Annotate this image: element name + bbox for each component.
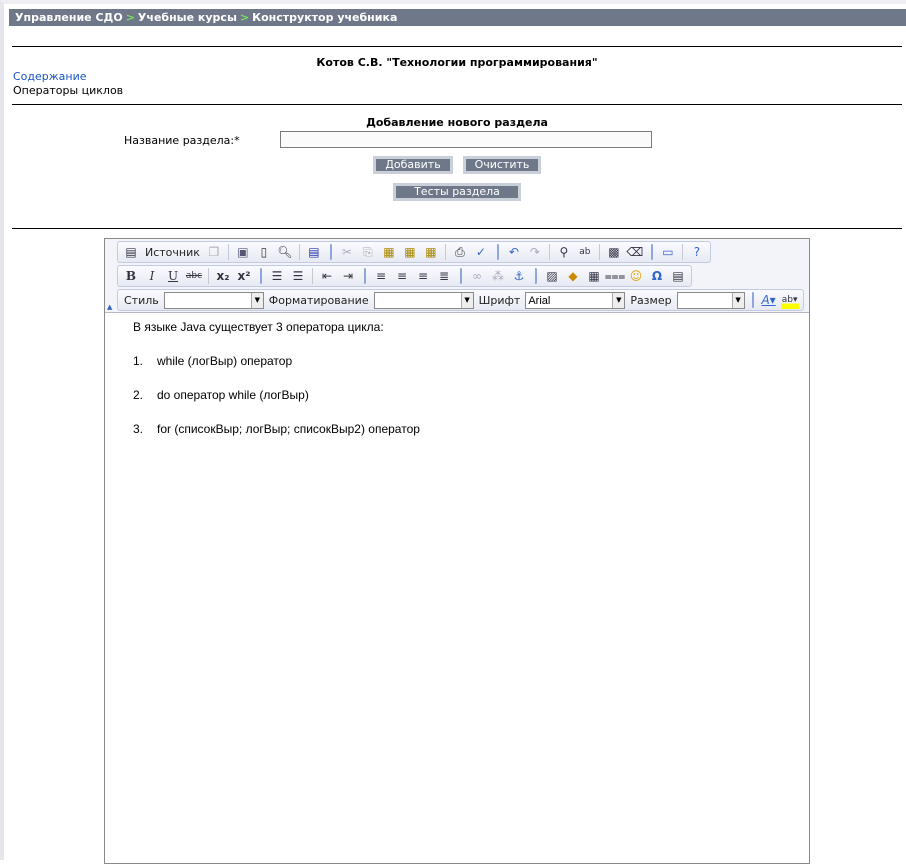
unlink-icon[interactable]: ⁂: [489, 267, 507, 285]
paste-word-icon[interactable]: ▦: [422, 243, 440, 261]
bg-color-icon[interactable]: ab▾: [780, 291, 799, 309]
breadcrumb-sdo[interactable]: Управление СДО: [15, 11, 123, 24]
format-select[interactable]: ▼: [373, 291, 474, 309]
subscript-icon[interactable]: x₂: [214, 267, 232, 285]
font-label: Шрифт: [478, 293, 521, 307]
align-center-icon[interactable]: ≡: [393, 267, 411, 285]
undo-icon[interactable]: ↶: [505, 243, 523, 261]
size-select[interactable]: ▼: [676, 291, 745, 309]
bullet-list-icon[interactable]: ☰: [289, 267, 307, 285]
chevron-down-icon: ▼: [460, 292, 473, 308]
strike-icon[interactable]: abc: [185, 267, 203, 285]
align-left-icon[interactable]: ≡: [372, 267, 390, 285]
toc-link[interactable]: Содержание: [13, 70, 87, 83]
editor-toolbar: ▤ Источник ❐ ▣ ▯ 🔍︎ ▤ ✂ ⎘ ▦ ▦ ▦ ⎙ ✓ ↶ ↷ ⚲…: [105, 239, 809, 313]
collapse-toolbar-icon[interactable]: ▲: [107, 303, 112, 311]
list-item: 1. while (логВыр) оператор: [133, 354, 293, 368]
breadcrumb-separator: >: [239, 11, 250, 24]
style-label: Стиль: [124, 293, 159, 307]
underline-icon[interactable]: U: [164, 267, 182, 285]
select-all-icon[interactable]: ▩: [605, 243, 623, 261]
text-color-icon[interactable]: A▾: [760, 291, 778, 309]
table-icon[interactable]: ▦: [585, 267, 603, 285]
section-name-input[interactable]: [280, 131, 652, 148]
breadcrumb-separator: >: [125, 11, 135, 24]
anchor-icon[interactable]: ⚓: [510, 267, 528, 285]
divider: [12, 104, 902, 105]
clear-button[interactable]: Очистить: [463, 156, 541, 174]
numbered-list-icon[interactable]: ☰: [268, 267, 286, 285]
redo-icon[interactable]: ↷: [526, 243, 544, 261]
indent-icon[interactable]: ⇥: [339, 267, 357, 285]
chevron-down-icon: ▼: [250, 292, 263, 308]
save-icon[interactable]: ▣: [234, 243, 252, 261]
outdent-icon[interactable]: ⇤: [318, 267, 336, 285]
chevron-down-icon: ▼: [612, 292, 625, 308]
font-select[interactable]: Arial ▼: [525, 291, 626, 309]
templates-doc-icon[interactable]: ▤: [305, 243, 323, 261]
content-intro: В языке Java существует 3 оператора цикл…: [133, 320, 384, 334]
chevron-down-icon: ▼: [731, 292, 744, 308]
align-justify-icon[interactable]: ≣: [435, 267, 453, 285]
superscript-icon[interactable]: x²: [235, 267, 253, 285]
smiley-icon[interactable]: ☺: [627, 267, 645, 285]
flash-icon[interactable]: ◆: [564, 267, 582, 285]
remove-format-icon[interactable]: ⌫: [626, 243, 644, 261]
source-icon: ▤: [125, 245, 137, 259]
special-char-icon[interactable]: Ω: [648, 267, 666, 285]
breadcrumb: Управление СДО > Учебные курсы > Конструктор…: [9, 9, 906, 26]
section-name-label: Название раздела:*: [124, 134, 240, 147]
list-item: 3. for (списокВыр; логВыр; списокВыр2) оп…: [133, 422, 420, 436]
source-button[interactable]: Источник: [145, 246, 200, 259]
show-blocks-icon[interactable]: ▭: [659, 243, 677, 261]
image-icon[interactable]: ▨: [543, 267, 561, 285]
help-icon[interactable]: ?: [688, 243, 706, 261]
copy-icon[interactable]: ⎘: [359, 243, 377, 261]
format-label: Форматирование: [268, 293, 369, 307]
print-icon[interactable]: ⎙: [451, 243, 469, 261]
page-break-icon[interactable]: ▤: [669, 267, 687, 285]
divider: [12, 46, 902, 47]
horizontal-rule-icon[interactable]: ⩶: [605, 267, 626, 285]
section-tests-button[interactable]: Тесты раздела: [393, 183, 521, 201]
link-icon[interactable]: ∞: [468, 267, 486, 285]
course-title: Котов С.В. "Технологии программирования": [316, 56, 598, 69]
list-item: 2. do оператор while (логВыр): [133, 388, 309, 402]
current-section: Операторы циклов: [13, 84, 124, 97]
paste-text-icon[interactable]: ▦: [401, 243, 419, 261]
breadcrumb-constructor: Конструктор учебника: [252, 11, 398, 24]
size-label: Размер: [630, 293, 672, 307]
preview-icon[interactable]: 🔍︎: [276, 243, 294, 261]
spellcheck-icon[interactable]: ✓: [472, 243, 490, 261]
paste-icon[interactable]: ▦: [380, 243, 398, 261]
bold-icon[interactable]: B: [122, 267, 140, 285]
editor-content[interactable]: В языке Java существует 3 оператора цикл…: [105, 314, 809, 863]
italic-icon[interactable]: I: [143, 267, 161, 285]
divider: [12, 228, 902, 229]
breadcrumb-courses[interactable]: Учебные курсы: [138, 11, 237, 24]
find-icon[interactable]: ⚲: [555, 243, 573, 261]
new-page-icon[interactable]: ▯: [255, 243, 273, 261]
cut-icon[interactable]: ✂: [338, 243, 356, 261]
align-right-icon[interactable]: ≡: [414, 267, 432, 285]
add-button[interactable]: Добавить: [373, 156, 453, 174]
templates-icon[interactable]: ❐: [205, 243, 223, 261]
form-heading: Добавление нового раздела: [366, 116, 548, 129]
style-select[interactable]: ▼: [163, 291, 264, 309]
rich-text-editor: ▤ Источник ❐ ▣ ▯ 🔍︎ ▤ ✂ ⎘ ▦ ▦ ▦ ⎙ ✓ ↶ ↷ ⚲…: [104, 238, 810, 864]
replace-icon[interactable]: ab: [576, 243, 594, 261]
